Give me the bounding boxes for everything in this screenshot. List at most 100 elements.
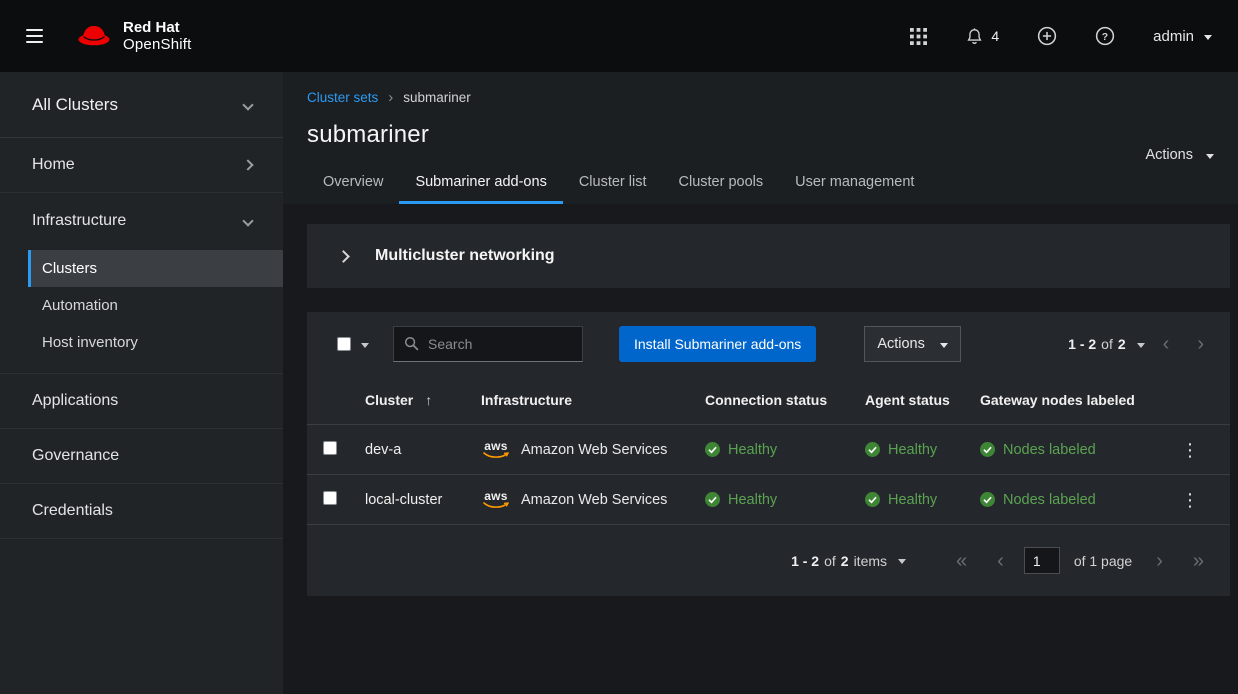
aws-swoosh: [483, 452, 509, 459]
connection-status-link[interactable]: Healthy: [728, 492, 777, 508]
agent-status-link[interactable]: Healthy: [888, 492, 937, 508]
sidebar-item-label: Host inventory: [42, 334, 138, 351]
agent-status-link[interactable]: Healthy: [888, 442, 937, 458]
table-row: dev-a aws Amazon Web Services: [307, 425, 1230, 475]
plus-circle-icon: [1037, 26, 1057, 46]
column-header-infrastructure[interactable]: Infrastructure: [481, 392, 705, 408]
row-kebab-menu[interactable]: ⋮: [1166, 435, 1214, 465]
cluster-name: local-cluster: [365, 492, 442, 508]
first-page-button[interactable]: «: [946, 549, 977, 573]
next-page-button[interactable]: ›: [1187, 332, 1214, 356]
nav-toggle-button[interactable]: [20, 19, 49, 53]
gateway-nodes-link[interactable]: Nodes labeled: [1003, 492, 1096, 508]
search-input[interactable]: [393, 326, 583, 362]
sidebar-item-home[interactable]: Home: [0, 138, 283, 193]
breadcrumb-separator-icon: ›: [388, 90, 393, 105]
install-submariner-button[interactable]: Install Submariner add-ons: [619, 326, 816, 362]
sidebar-item-infrastructure[interactable]: Infrastructure: [0, 193, 283, 248]
column-header-cluster[interactable]: Cluster↑: [365, 392, 481, 408]
current-page-input[interactable]: [1024, 547, 1060, 574]
bell-icon: [965, 27, 984, 46]
search-box: [393, 326, 583, 362]
caret-down-icon: [1137, 343, 1145, 352]
sidebar-item-governance[interactable]: Governance: [0, 429, 283, 484]
notifications-button[interactable]: 4: [957, 19, 1007, 54]
row-checkbox[interactable]: [323, 441, 337, 455]
pagination-of: of: [824, 553, 836, 569]
prev-page-button[interactable]: ‹: [1153, 332, 1180, 356]
pagination-range: 1 - 2: [1068, 336, 1096, 352]
sidebar-item-clusters[interactable]: Clusters: [28, 250, 283, 287]
caret-down-icon: [1206, 154, 1214, 163]
menu-icon: [26, 29, 43, 43]
toolbar-actions-label: Actions: [877, 336, 925, 352]
brand-name: Red Hat: [123, 19, 192, 36]
breadcrumb-current: submariner: [403, 90, 471, 105]
sidebar-item-applications[interactable]: Applications: [0, 374, 283, 429]
tab-cluster-list[interactable]: Cluster list: [563, 163, 663, 204]
sidebar-item-host-inventory[interactable]: Host inventory: [28, 324, 283, 361]
bulk-select-checkbox[interactable]: [337, 337, 351, 351]
tab-submariner-add-ons[interactable]: Submariner add-ons: [399, 163, 562, 204]
breadcrumb-link-cluster-sets[interactable]: Cluster sets: [307, 90, 378, 105]
app-launcher-button[interactable]: [902, 20, 935, 53]
pagination-items-label: items: [854, 553, 887, 569]
row-kebab-menu[interactable]: ⋮: [1166, 485, 1214, 515]
pagination-bottom: 1 - 2 of 2 items « ‹ of 1 page › »: [307, 525, 1230, 596]
caret-down-icon: [940, 343, 948, 352]
pagination-menu-toggle[interactable]: 1 - 2 of 2 items: [791, 553, 906, 569]
help-button[interactable]: ?: [1087, 18, 1123, 54]
tab-cluster-pools[interactable]: Cluster pools: [663, 163, 780, 204]
submariner-addons-card: Install Submariner add-ons Actions 1 - 2…: [307, 312, 1230, 596]
sidebar-item-label: Infrastructure: [32, 212, 126, 230]
breadcrumb: Cluster sets › submariner: [307, 90, 1214, 105]
sidebar-item-credentials[interactable]: Credentials: [0, 484, 283, 539]
infrastructure-subnav: Clusters Automation Host inventory: [0, 248, 283, 374]
chevron-down-icon: [242, 99, 253, 110]
masthead: Red Hat OpenShift 4: [0, 0, 1238, 72]
pagination-range: 1 - 2: [791, 553, 819, 569]
check-circle-icon: [705, 492, 720, 507]
bulk-select-dropdown[interactable]: [337, 337, 369, 351]
apps-grid-icon: [910, 28, 927, 45]
sidebar-item-label: Governance: [32, 447, 119, 465]
column-header-gateway-nodes[interactable]: Gateway nodes labeled: [980, 392, 1166, 408]
column-header-connection-status[interactable]: Connection status: [705, 392, 865, 408]
sidebar-item-automation[interactable]: Automation: [28, 287, 283, 324]
sidebar-item-label: Home: [32, 156, 75, 174]
aws-icon: aws: [481, 441, 511, 459]
gateway-nodes-link[interactable]: Nodes labeled: [1003, 442, 1096, 458]
caret-down-icon: [1204, 35, 1212, 44]
multicluster-networking-toggle[interactable]: Multicluster networking: [307, 224, 1230, 288]
infrastructure-provider: Amazon Web Services: [521, 492, 667, 508]
prev-page-button[interactable]: ‹: [987, 549, 1014, 573]
sidebar-item-label: Applications: [32, 392, 118, 410]
svg-text:?: ?: [1102, 32, 1108, 43]
user-menu-button[interactable]: admin: [1145, 20, 1212, 53]
expandable-section-title: Multicluster networking: [375, 247, 555, 265]
create-button[interactable]: [1029, 18, 1065, 54]
aws-icon: aws: [481, 491, 511, 509]
tab-user-management[interactable]: User management: [779, 163, 930, 204]
redhat-hat-icon: [75, 23, 113, 50]
column-header-agent-status[interactable]: Agent status: [865, 392, 980, 408]
next-page-button[interactable]: ›: [1146, 549, 1173, 573]
chevron-right-icon: [242, 159, 253, 170]
tab-overview[interactable]: Overview: [307, 163, 399, 204]
chevron-right-icon: [337, 250, 350, 263]
toolbar-actions-dropdown[interactable]: Actions: [864, 326, 961, 362]
table-toolbar: Install Submariner add-ons Actions 1 - 2…: [307, 312, 1230, 376]
last-page-button[interactable]: »: [1183, 549, 1214, 573]
page-actions-dropdown[interactable]: Actions: [1145, 147, 1214, 163]
page-title: submariner: [307, 121, 1214, 149]
connection-status-link[interactable]: Healthy: [728, 442, 777, 458]
check-circle-icon: [980, 442, 995, 457]
notification-count: 4: [991, 28, 999, 44]
row-checkbox[interactable]: [323, 491, 337, 505]
aws-swoosh: [483, 502, 509, 509]
pagination-menu-toggle[interactable]: 1 - 2 of 2: [1068, 336, 1145, 352]
cluster-name: dev-a: [365, 442, 401, 458]
brand-logo: Red Hat OpenShift: [75, 19, 192, 53]
perspective-switcher[interactable]: All Clusters: [0, 72, 283, 138]
question-circle-icon: ?: [1095, 26, 1115, 46]
